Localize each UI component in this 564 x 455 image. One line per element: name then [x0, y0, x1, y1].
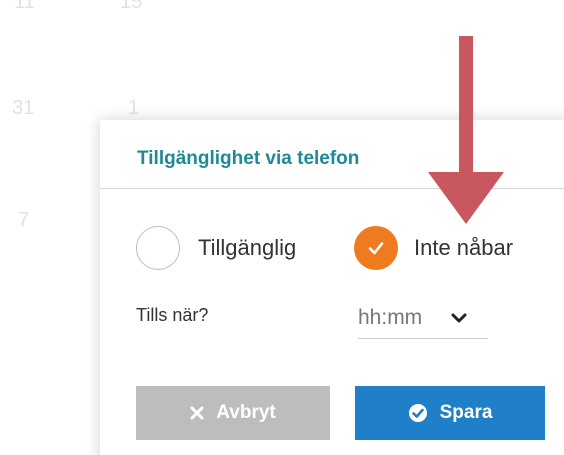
checkmark-icon	[368, 242, 384, 255]
save-button[interactable]: Spara	[355, 386, 545, 440]
calendar-day-number: 1	[128, 97, 140, 119]
calendar-day-number: 15	[120, 0, 143, 13]
radio-unreachable-label: Inte nåbar	[414, 235, 514, 260]
time-value: hh:mm	[358, 306, 423, 329]
check-circle-icon	[408, 403, 428, 423]
radio-unreachable[interactable]: Inte nåbar	[354, 223, 513, 273]
time-select[interactable]: hh:mm	[358, 298, 488, 339]
dialog-title: Tillgänglighet via telefon	[137, 148, 360, 169]
chevron-down-icon	[450, 312, 468, 324]
until-label: Tills när?	[136, 305, 209, 325]
close-icon	[190, 406, 204, 420]
radio-unchecked-circle[interactable]	[136, 226, 180, 270]
down-arrow-annotation	[428, 36, 504, 224]
save-button-label: Spara	[439, 402, 493, 423]
availability-options: Tillgänglig Inte nåbar	[136, 223, 564, 273]
calendar-day-number: 31	[12, 97, 35, 119]
calendar-day-number: 7	[18, 209, 30, 231]
calendar-day-number: 11	[14, 0, 35, 13]
cancel-button[interactable]: Avbryt	[136, 386, 330, 440]
radio-available[interactable]: Tillgänglig	[136, 223, 296, 273]
screen: 11 15 31 1 7 Tillgänglighet via telefon …	[0, 0, 564, 455]
radio-checked-circle[interactable]	[354, 226, 398, 270]
cancel-button-label: Avbryt	[216, 402, 276, 423]
radio-available-label: Tillgänglig	[198, 235, 297, 260]
